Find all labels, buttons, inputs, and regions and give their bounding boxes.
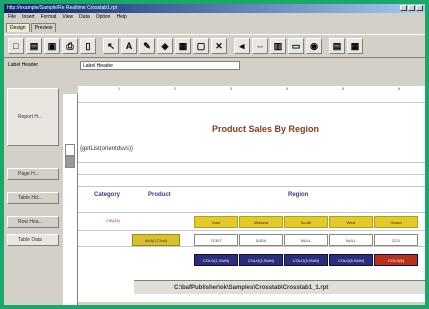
paint-icon: ✎ <box>143 40 151 51</box>
box-button[interactable]: ▢ <box>193 38 209 54</box>
total-cell[interactable]: COLG(6) <box>374 254 418 266</box>
ruler-mark: 6 <box>398 86 401 91</box>
cursor-icon: ↖ <box>107 40 115 51</box>
new-doc-button[interactable]: □ <box>8 38 24 54</box>
lock-button[interactable]: ◉ <box>306 38 322 54</box>
chart-button[interactable]: ▦ <box>175 38 191 54</box>
align-left-button[interactable]: ⫷ <box>234 38 250 54</box>
chart-icon: ▦ <box>178 40 188 51</box>
title-bar[interactable]: http://example/Sample/Re Realtime Crosst… <box>4 4 425 13</box>
menu-data[interactable]: Data <box>79 13 90 22</box>
print-button[interactable]: ⎙ <box>62 38 78 54</box>
region-data-cell[interactable]: 22.0 <box>374 234 418 246</box>
vertical-ruler <box>63 94 78 305</box>
lock-icon: ◉ <box>310 40 318 51</box>
align-center-icon: ⇔ <box>255 41 265 51</box>
ruler-mark: 3 <box>230 86 233 91</box>
grid-button[interactable]: ▥ <box>270 38 286 54</box>
delete-button[interactable]: ✕ <box>211 38 227 54</box>
box-icon: ▢ <box>196 40 206 51</box>
tab-preview[interactable]: Preview <box>30 23 57 32</box>
file-path-footer: C:\bafPublisher\ok\Samples\Crosstab\Cros… <box>134 280 425 294</box>
grid-icon: ▥ <box>273 40 283 51</box>
region-data-cell[interactable]: ?1307 <box>194 234 238 246</box>
layout-button[interactable]: ▦ <box>347 38 363 54</box>
toolbar: □ ▤ ▣ ⎙ ▯ ↖ A ✎ ◈ ▦ ▢ ✕ ⫷ ⇔ ▥ ▭ ◉ ▤ ▦ <box>4 34 425 58</box>
monitor-button[interactable]: ▭ <box>288 38 304 54</box>
band-marker[interactable] <box>65 144 75 156</box>
view-tabs: Design Preview <box>4 23 57 32</box>
band-report-header[interactable]: Report H... <box>7 88 59 146</box>
region-column-header[interactable]: Midwest <box>239 216 283 228</box>
total-cell[interactable]: COLG(3,SUM) <box>284 254 328 266</box>
save-button[interactable]: ▣ <box>44 38 60 54</box>
tab-design[interactable]: Design <box>6 23 30 32</box>
product-value-cell[interactable]: Ab3(0,T2dd) <box>132 234 180 246</box>
text-button[interactable]: A <box>121 38 137 54</box>
app-window: http://example/Sample/Re Realtime Crosst… <box>4 4 425 305</box>
region-column-header[interactable]: South <box>284 216 328 228</box>
cursor-button[interactable]: ↖ <box>103 38 119 54</box>
save-icon: ▣ <box>47 40 57 51</box>
menu-option[interactable]: Option <box>96 13 111 22</box>
region-data-cell[interactable]: 5,824 <box>239 234 283 246</box>
category-value[interactable]: CIB(28) <box>106 218 120 223</box>
region-header[interactable]: Region <box>288 192 308 198</box>
image-button[interactable]: ◈ <box>157 38 173 54</box>
total-cell[interactable]: COLG(1,SUM) <box>194 254 238 266</box>
total-cell[interactable]: COLG(2,SUM) <box>239 254 283 266</box>
report-canvas[interactable]: Product Sales By Region {getList(orientd… <box>78 94 425 302</box>
delete-icon: ✕ <box>215 40 223 51</box>
ruler-mark: 4 <box>286 86 289 91</box>
product-header[interactable]: Product <box>148 192 171 198</box>
print-icon: ⎙ <box>66 40 74 51</box>
region-column-header[interactable]: Grand <box>374 216 418 228</box>
monitor-icon: ▭ <box>291 40 301 51</box>
minimize-button[interactable] <box>400 5 407 11</box>
property-row: Label Header Label Header <box>4 61 425 71</box>
menu-format[interactable]: Format <box>41 13 57 22</box>
properties-button[interactable]: ▤ <box>329 38 345 54</box>
open-folder-button[interactable]: ▤ <box>26 38 42 54</box>
new-doc-icon: □ <box>13 41 19 51</box>
parameter-expression[interactable]: {getList(orientdsvs)} <box>80 146 133 152</box>
property-label: Label Header <box>8 62 39 68</box>
region-column-header[interactable]: West <box>329 216 373 228</box>
maximize-button[interactable] <box>408 5 415 11</box>
window-title: http://example/Sample/Re Realtime Crosst… <box>7 5 118 11</box>
align-left-icon: ⫷ <box>239 40 245 51</box>
region-column-header[interactable]: East <box>194 216 238 228</box>
properties-icon: ▤ <box>332 40 342 51</box>
ruler-mark: 1 <box>118 86 121 91</box>
band-marker-selected[interactable] <box>65 156 75 168</box>
menu-view[interactable]: View <box>62 13 73 22</box>
band-table-header[interactable]: Table Hd... <box>7 192 59 204</box>
text-icon: A <box>125 41 133 51</box>
total-cell[interactable]: COLG(5,SUM) <box>329 254 373 266</box>
page-icon: ▯ <box>85 40 91 51</box>
layout-icon: ▦ <box>350 40 360 51</box>
report-title[interactable]: Product Sales By Region <box>212 124 319 134</box>
image-icon: ◈ <box>161 40 169 51</box>
band-labels: Report H... Page H... Table Hd... Row He… <box>4 72 62 305</box>
ruler-mark: 5 <box>342 86 345 91</box>
page-button[interactable]: ▯ <box>80 38 96 54</box>
ruler-mark: 2 <box>174 86 177 91</box>
region-data-cell[interactable]: NULL <box>284 234 328 246</box>
menu-insert[interactable]: Insert <box>22 13 35 22</box>
open-folder-icon: ▤ <box>29 40 39 51</box>
close-button[interactable] <box>416 5 423 11</box>
band-table-data[interactable]: Table Data <box>7 234 59 246</box>
menu-file[interactable]: File <box>8 13 16 22</box>
align-center-button[interactable]: ⇔ <box>252 38 268 54</box>
band-row-header[interactable]: Row Hea... <box>7 216 59 228</box>
region-data-cell[interactable]: NULL <box>329 234 373 246</box>
property-input[interactable]: Label Header <box>80 61 240 70</box>
category-header[interactable]: Category <box>94 192 120 198</box>
paint-button[interactable]: ✎ <box>139 38 155 54</box>
menu-help[interactable]: Help <box>116 13 126 22</box>
menu-bar: File Insert Format View Data Option Help <box>4 13 425 22</box>
band-page-header[interactable]: Page H... <box>7 168 59 180</box>
